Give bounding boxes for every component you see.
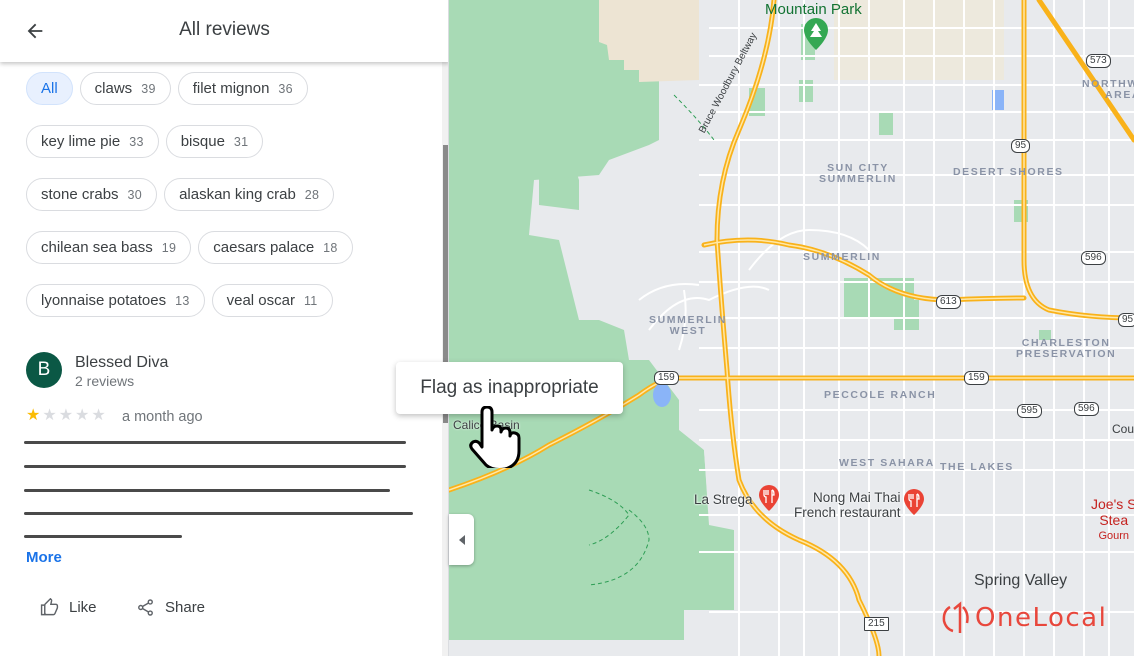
chip-all[interactable]: All	[26, 72, 73, 105]
watermark-text: OneLocal	[975, 603, 1108, 633]
chip-count: 31	[233, 134, 249, 149]
hand-cursor-icon	[469, 406, 521, 468]
chip-lyonnaise-potatoes[interactable]: lyonnaise potatoes 13	[26, 284, 205, 317]
map-label-spring-valley: Spring Valley	[974, 572, 1068, 589]
chip-label: key lime pie	[41, 133, 121, 150]
star-empty-icon: ★	[75, 407, 90, 424]
chip-label: claws	[94, 80, 133, 97]
redacted-text-line	[24, 512, 413, 515]
map-label-peccole-ranch: PECCOLE RANCH	[824, 389, 937, 401]
restaurant-pin-icon[interactable]	[758, 484, 780, 512]
redacted-text-line	[24, 441, 406, 444]
chip-count: 39	[141, 81, 156, 96]
route-shield-613: 613	[936, 295, 961, 309]
route-shield-95: 95	[1011, 139, 1031, 153]
review-author-count: 2 reviews	[75, 373, 135, 389]
chip-count: 36	[278, 81, 293, 96]
panel-header: All reviews	[0, 0, 448, 62]
chip-count: 11	[303, 293, 318, 308]
chip-label: bisque	[180, 133, 225, 150]
chip-count: 30	[127, 187, 143, 202]
like-label: Like	[69, 599, 97, 616]
map-label-mountain-park[interactable]: Mountain Park	[765, 1, 862, 18]
star-empty-icon: ★	[58, 407, 74, 424]
chip-label: alaskan king crab	[179, 186, 296, 203]
share-button[interactable]: Share	[136, 598, 205, 617]
star-filled-icon: ★	[26, 407, 41, 424]
more-link[interactable]: More	[26, 549, 62, 566]
chip-label: filet mignon	[192, 80, 270, 97]
route-shield-596: 596	[1081, 251, 1106, 265]
reviews-panel: All reviews All claws 39 filet mignon 36 k…	[0, 0, 449, 656]
chip-count: 13	[175, 293, 190, 308]
route-shield-596-south: 596	[1074, 402, 1099, 416]
chip-filet-mignon[interactable]: filet mignon 36	[177, 72, 308, 105]
flag-label: Flag as inappropriate	[420, 377, 599, 398]
map-label-west-sahara: WEST SAHARA	[839, 457, 935, 469]
caret-left-icon	[458, 534, 465, 545]
collapse-panel-button[interactable]	[449, 514, 474, 565]
green-patch	[879, 113, 893, 135]
chip-veal-oscar[interactable]: veal oscar 11	[211, 284, 333, 317]
chip-label: chilean sea bass	[41, 239, 153, 256]
review-time: a month ago	[122, 409, 203, 425]
map-label-desert-shores: DESERT SHORES	[953, 166, 1064, 178]
chip-label: stone crabs	[41, 186, 119, 203]
route-shield-595: 595	[1017, 404, 1042, 418]
route-shield-95-south: 95	[1118, 313, 1134, 327]
thumb-up-icon	[40, 598, 59, 616]
page-title: All reviews	[179, 19, 270, 40]
route-shield-159-west: 159	[654, 371, 679, 385]
chip-label: caesars palace	[213, 239, 315, 256]
map-view[interactable]: Mountain Park Bruce Woodbury Beltway SUN…	[449, 0, 1134, 656]
share-icon	[138, 599, 153, 616]
chip-count: 28	[304, 187, 320, 202]
chip-label: veal oscar	[226, 292, 295, 309]
chip-chilean-sea-bass[interactable]: chilean sea bass 19	[26, 231, 192, 264]
route-shield-215: 215	[864, 617, 889, 631]
route-shield-159-east: 159	[964, 371, 989, 385]
route-shield-573: 573	[1086, 54, 1111, 68]
chip-caesars-palace[interactable]: caesars palace 18	[198, 231, 353, 264]
redacted-text-line	[24, 535, 182, 538]
chip-count: 33	[129, 134, 144, 149]
chip-count: 18	[323, 240, 338, 255]
green-patch	[894, 300, 919, 330]
poi-joes-steak-label[interactable]: Joe's S Stea Gourn	[1091, 496, 1134, 544]
onelocal-watermark: OneLocal	[941, 601, 1107, 635]
chip-bisque[interactable]: bisque 31	[165, 125, 264, 158]
review-topic-chips: All claws 39 filet mignon 36 key lime pie 3…	[26, 72, 426, 337]
poi-nong-mai-thai-label[interactable]: Nong Mai Thai French restaurant	[794, 490, 901, 520]
chip-count: 19	[161, 240, 177, 255]
star-empty-icon: ★	[42, 407, 57, 424]
map-label-charleston: CHARLESTON PRESERVATION	[1016, 337, 1117, 360]
chip-label: All	[41, 80, 58, 97]
map-label-the-lakes: THE LAKES	[940, 461, 1014, 473]
map-label-summerlin-west: SUMMERLIN WEST	[649, 314, 727, 337]
redacted-text-line	[24, 465, 406, 468]
avatar[interactable]: B	[26, 352, 62, 388]
star-rating: ★ ★ ★ ★ ★	[26, 408, 106, 424]
chip-key-lime-pie[interactable]: key lime pie 33	[26, 125, 159, 158]
map-canvas	[449, 0, 1134, 656]
restaurant-pin-icon[interactable]	[903, 488, 925, 516]
review-author[interactable]: Blessed Diva	[75, 354, 168, 372]
poi-la-strega-label[interactable]: La Strega	[694, 492, 753, 507]
map-label-county: Cou	[1112, 422, 1134, 436]
green-patch	[799, 80, 813, 102]
like-button[interactable]: Like	[40, 598, 97, 617]
star-empty-icon: ★	[91, 407, 106, 424]
onelocal-logo-icon	[942, 601, 969, 633]
chip-claws[interactable]: claws 39	[79, 72, 171, 105]
lake	[653, 383, 671, 407]
map-label-summerlin: SUMMERLIN	[803, 251, 881, 263]
redacted-text-line	[24, 489, 390, 492]
chip-label: lyonnaise potatoes	[41, 292, 167, 309]
map-label-northwest: NORTHWESTAREA	[1082, 78, 1134, 101]
chip-alaskan-king-crab[interactable]: alaskan king crab 28	[164, 178, 335, 211]
chip-stone-crabs[interactable]: stone crabs 30	[26, 178, 158, 211]
share-label: Share	[165, 599, 206, 616]
avatar-letter: B	[37, 359, 51, 380]
map-label-sun-city: SUN CITY SUMMERLIN	[819, 162, 897, 185]
